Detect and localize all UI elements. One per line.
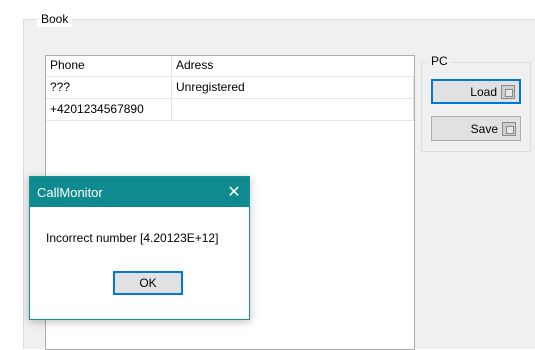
dialog-title: CallMonitor [37,184,103,200]
floppy-icon [502,121,516,136]
load-button[interactable]: Load [431,79,521,104]
column-header-address[interactable]: Adress [172,56,414,76]
book-group-legend: Book [37,11,73,27]
load-button-label: Load [470,84,497,99]
save-button[interactable]: Save [431,116,521,141]
table-row[interactable]: +4201234567890 [46,99,414,121]
column-header-phone[interactable]: Phone [46,56,172,76]
save-button-label: Save [470,121,498,136]
dialog-message: Incorrect number [4.20123E+12] [46,231,219,245]
cell-address: Unregistered [172,77,414,99]
message-dialog: CallMonitor ✕ Incorrect number [4.20123E… [29,176,250,320]
cell-phone: ??? [46,77,172,99]
cell-phone: +4201234567890 [46,99,172,121]
close-icon[interactable]: ✕ [219,177,249,207]
pc-group-legend: PC [428,53,451,69]
dialog-titlebar: CallMonitor ✕ [30,177,249,207]
ok-button[interactable]: OK [113,271,183,295]
list-header: Phone Adress [46,56,414,77]
table-row[interactable]: ??? Unregistered [46,77,414,99]
cell-address [172,99,414,121]
floppy-icon [501,84,515,99]
